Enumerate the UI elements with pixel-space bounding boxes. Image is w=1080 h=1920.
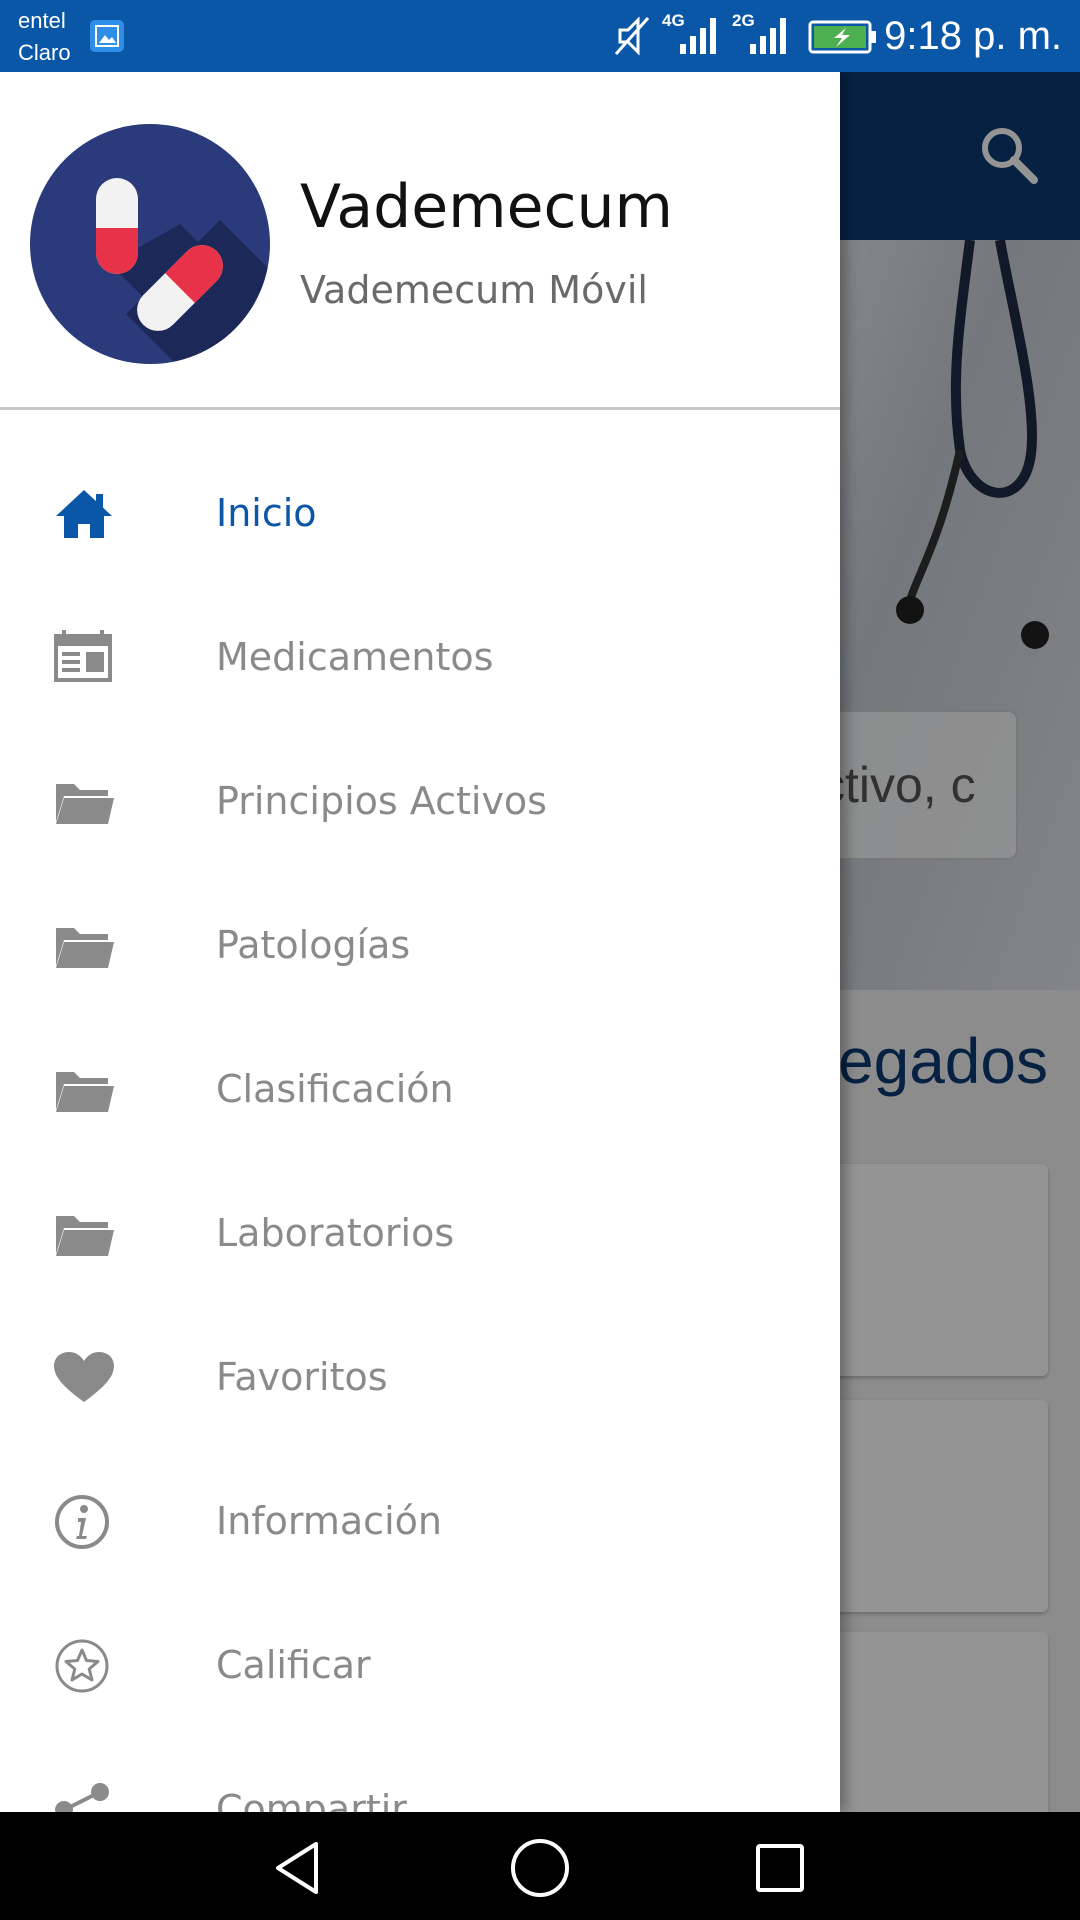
menu-label: Medicamentos — [216, 635, 494, 679]
share-icon — [52, 1782, 116, 1812]
signal-2g-icon: 2G — [732, 10, 794, 63]
pills-logo-icon — [30, 124, 270, 364]
navigation-bar — [0, 1812, 1080, 1920]
status-time: 9:18 p. m. — [884, 14, 1062, 58]
menu-item-laboratorios[interactable]: Laboratorios — [0, 1162, 840, 1306]
gallery-notification-icon — [90, 20, 124, 52]
folder-icon — [52, 1062, 116, 1118]
status-bar: entel Claro 4G 2G 9:18 p. m. — [0, 0, 1080, 72]
back-icon[interactable] — [268, 1836, 332, 1900]
menu-item-informacion[interactable]: Información — [0, 1450, 840, 1594]
menu-label: Calificar — [216, 1643, 371, 1687]
drawer-scrim[interactable] — [840, 72, 1080, 1812]
home-icon — [52, 486, 116, 542]
folder-icon — [52, 774, 116, 830]
folder-icon — [52, 918, 116, 974]
menu-item-principios-activos[interactable]: Principios Activos — [0, 730, 840, 874]
menu-label: Clasificación — [216, 1067, 454, 1111]
signal-4g-icon: 4G — [662, 10, 724, 63]
navigation-drawer: Vademecum Vademecum Móvil Inicio Medicam… — [0, 72, 840, 1812]
info-icon — [52, 1494, 116, 1550]
phone-screen: entel Claro 4G 2G 9:18 p. m. ctivo, c eg… — [0, 0, 1080, 1920]
drawer-app-title: Vademecum — [300, 172, 673, 242]
star-circle-icon — [52, 1638, 116, 1694]
drawer-header: Vademecum Vademecum Móvil — [0, 72, 840, 410]
menu-item-clasificacion[interactable]: Clasificación — [0, 1018, 840, 1162]
carrier-2: Claro — [18, 40, 71, 65]
menu-label: Patologías — [216, 923, 411, 967]
menu-item-favoritos[interactable]: Favoritos — [0, 1306, 840, 1450]
menu-item-medicamentos[interactable]: Medicamentos — [0, 586, 840, 730]
heart-icon — [52, 1350, 116, 1406]
menu-label: Favoritos — [216, 1355, 388, 1399]
menu-label: Información — [216, 1499, 442, 1543]
menu-item-compartir[interactable]: Compartir — [0, 1738, 840, 1812]
mute-icon — [612, 14, 652, 63]
menu-label: Principios Activos — [216, 779, 547, 823]
home-circle-icon[interactable] — [508, 1836, 572, 1900]
menu-label: Laboratorios — [216, 1211, 455, 1255]
menu-item-inicio[interactable]: Inicio — [0, 442, 840, 586]
menu-label: Inicio — [216, 491, 317, 535]
network-2-label: 2G — [732, 11, 755, 30]
carrier-1: entel — [18, 8, 66, 33]
menu-item-calificar[interactable]: Calificar — [0, 1594, 840, 1738]
network-1-label: 4G — [662, 11, 685, 30]
menu-item-patologias[interactable]: Patologías — [0, 874, 840, 1018]
battery-charging-icon — [808, 20, 878, 59]
menu-label: Compartir — [216, 1787, 407, 1812]
folder-icon — [52, 1206, 116, 1262]
drawer-app-subtitle: Vademecum Móvil — [300, 268, 648, 312]
recents-icon[interactable] — [748, 1836, 812, 1900]
calendar-list-icon — [52, 630, 116, 686]
